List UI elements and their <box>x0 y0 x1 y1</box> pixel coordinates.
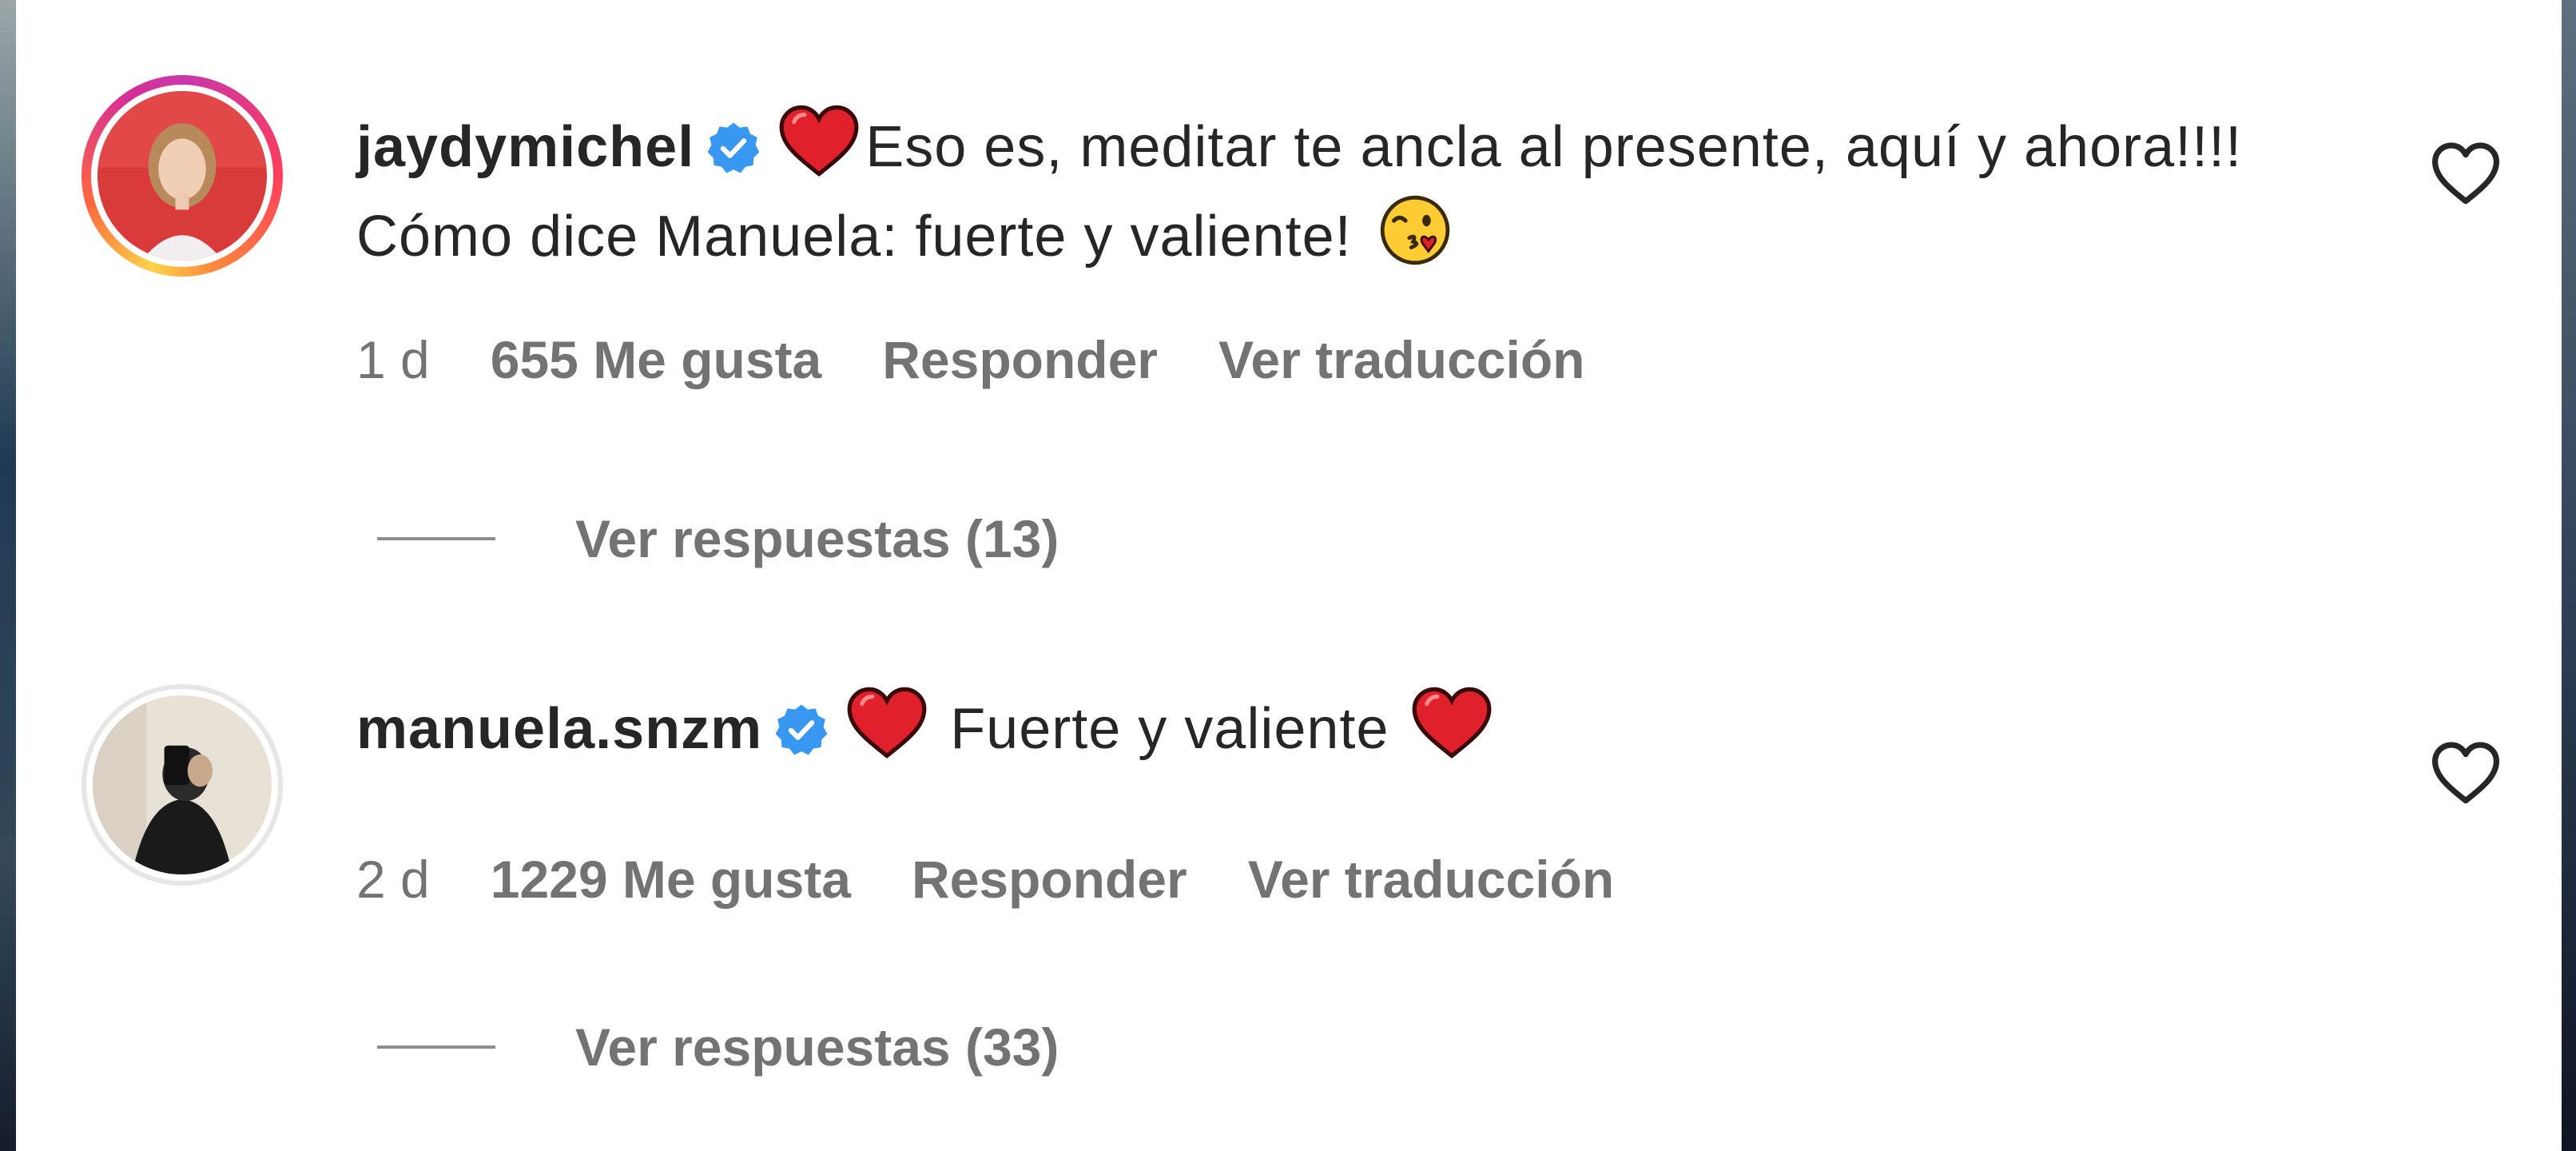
comment-item: manuela.snzm Fuerte y valiente 2 d 1229 M… <box>16 607 2562 1151</box>
comment-likes-count[interactable]: 1229 Me gusta <box>491 850 851 909</box>
background-edge-left <box>0 0 16 1151</box>
avatar-ring[interactable] <box>81 684 283 886</box>
avatar-photo <box>97 91 267 261</box>
view-replies-label: Ver respuestas (33) <box>575 1018 1059 1077</box>
red-heart-emoji-icon <box>777 102 861 179</box>
comment-username[interactable]: manuela.snzm <box>356 697 762 761</box>
avatar <box>91 85 273 267</box>
red-heart-emoji-icon <box>845 684 928 761</box>
reply-button[interactable]: Responder <box>912 850 1187 909</box>
comment-likes-count[interactable]: 655 Me gusta <box>491 330 822 389</box>
comment-meta: 1 d 655 Me gusta Responder Ver traducción <box>356 328 1645 392</box>
comment-timestamp[interactable]: 2 d <box>356 850 430 909</box>
avatar-story-ring[interactable] <box>81 75 283 277</box>
reply-button[interactable]: Responder <box>882 330 1158 389</box>
verified-badge-icon <box>706 120 761 176</box>
comment-text: Fuerte y valiente <box>950 697 1389 761</box>
comment-body: manuela.snzm Fuerte y valiente <box>356 684 2322 774</box>
comment-timestamp[interactable]: 1 d <box>356 330 430 389</box>
face-blowing-kiss-emoji-icon <box>1373 192 1457 269</box>
verified-badge-icon <box>773 702 829 758</box>
comments-panel: jaydymichel Eso es, meditar te ancla al p… <box>16 0 2562 1151</box>
comment-body: jaydymichel Eso es, meditar te ancla al p… <box>356 102 2322 281</box>
background-edge-right <box>2562 0 2576 1151</box>
red-heart-emoji-icon <box>1410 684 1493 761</box>
comment-username[interactable]: jaydymichel <box>356 115 694 179</box>
view-replies-label: Ver respuestas (13) <box>575 509 1059 568</box>
comment-meta: 2 d 1229 Me gusta Responder Ver traducción <box>356 847 1675 911</box>
replies-divider-line <box>377 537 495 540</box>
comment-item: jaydymichel Eso es, meditar te ancla al p… <box>16 0 2562 568</box>
like-heart-icon[interactable] <box>2427 735 2504 812</box>
view-replies-button[interactable]: Ver respuestas (13) <box>377 507 1059 571</box>
view-replies-button[interactable]: Ver respuestas (33) <box>377 1015 1059 1079</box>
translate-button[interactable]: Ver traducción <box>1248 850 1615 909</box>
avatar <box>86 689 278 881</box>
replies-divider-line <box>377 1045 495 1049</box>
like-heart-icon[interactable] <box>2427 136 2504 213</box>
avatar-photo <box>93 695 272 874</box>
translate-button[interactable]: Ver traducción <box>1218 330 1585 389</box>
